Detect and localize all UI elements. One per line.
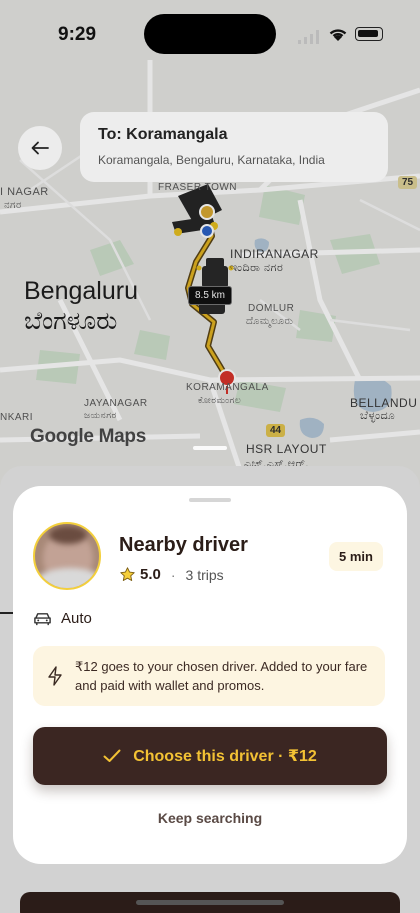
destination-address: Koramangala, Bengaluru, Karnataka, India <box>98 153 325 167</box>
wifi-icon <box>329 29 347 41</box>
driver-rating: 5.0 <box>140 566 161 583</box>
dynamic-island <box>144 14 276 54</box>
star-icon <box>120 567 135 581</box>
check-icon <box>103 749 121 762</box>
choose-driver-label: Choose this driver · ₹12 <box>133 748 317 765</box>
fee-info-note: ₹12 goes to your chosen driver. Added to… <box>33 646 385 706</box>
lightning-icon <box>48 666 62 686</box>
car-icon <box>34 612 51 625</box>
back-button[interactable] <box>18 126 62 170</box>
vehicle-type: Auto <box>33 610 92 627</box>
arrow-left-icon <box>31 141 49 155</box>
status-bar: 9:29 <box>0 0 420 64</box>
fee-info-text: ₹12 goes to your chosen driver. Added to… <box>75 659 368 693</box>
driver-trips: 3 trips <box>185 566 224 583</box>
status-time: 9:29 <box>58 24 97 45</box>
sheet-divider <box>0 612 14 614</box>
driver-offer-modal: Nearby driver 5.0 · 3 trips 5 min Auto ₹… <box>13 486 407 864</box>
driver-meta: 5.0 · 3 trips <box>119 566 224 583</box>
modal-drag-handle[interactable] <box>189 498 231 502</box>
destination-title: To: Koramangala <box>98 126 228 143</box>
battery-icon <box>355 27 383 41</box>
map-sheet-handle[interactable] <box>193 446 227 450</box>
destination-card[interactable]: To: Koramangala Koramangala, Bengaluru, … <box>80 112 388 182</box>
keep-searching-button[interactable]: Keep searching <box>13 810 407 826</box>
meta-separator: · <box>170 566 176 583</box>
eta-badge: 5 min <box>329 542 383 571</box>
driver-avatar <box>33 522 101 590</box>
choose-driver-button[interactable]: Choose this driver · ₹12 <box>33 727 387 785</box>
driver-name: Nearby driver <box>119 534 248 556</box>
home-indicator[interactable] <box>136 900 284 905</box>
signal-icon <box>298 30 319 44</box>
vehicle-label: Auto <box>61 610 92 627</box>
